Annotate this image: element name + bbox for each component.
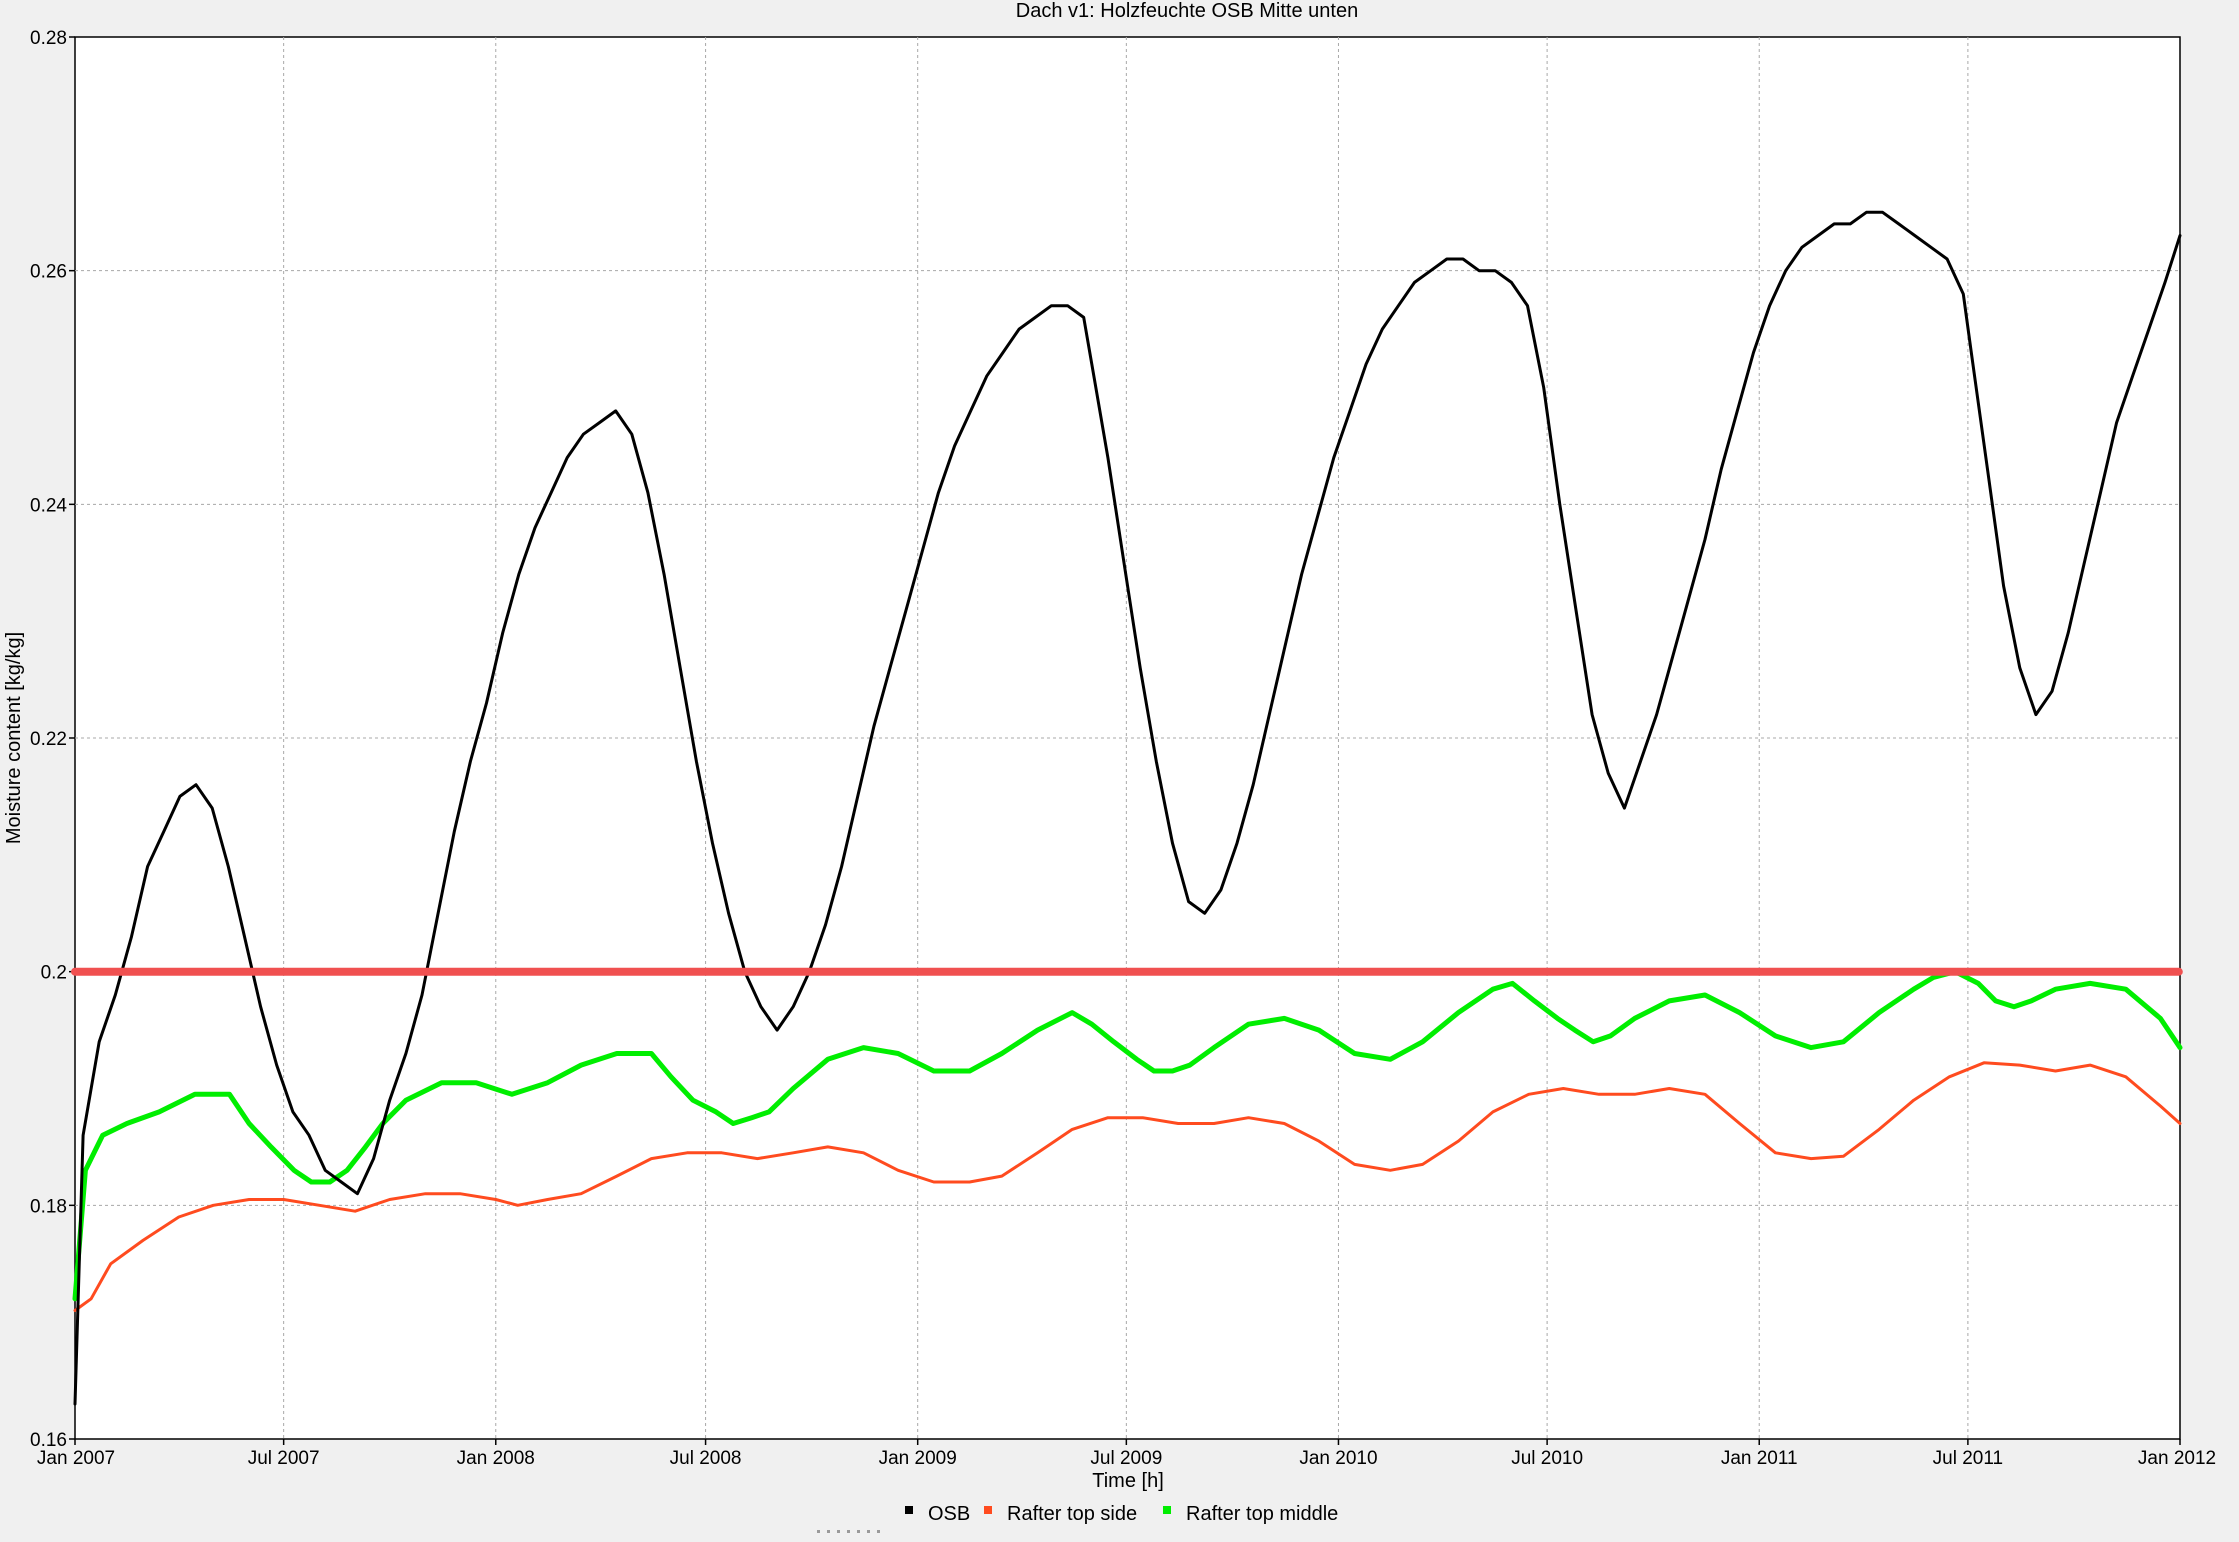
- legend-label: Rafter top middle: [1186, 1503, 1338, 1525]
- x-tick-label: Jul 2011: [1933, 1448, 2003, 1469]
- x-tick-label: Jul 2009: [1090, 1448, 1162, 1469]
- grip-dot: [837, 1530, 840, 1533]
- grip-dot: [857, 1530, 860, 1533]
- x-axis-title: Time [h]: [1092, 1470, 1164, 1492]
- y-tick-label: 0.28: [30, 28, 67, 49]
- x-tick-label: Jan 2009: [879, 1448, 957, 1469]
- legend-label: Rafter top side: [1007, 1503, 1137, 1525]
- x-tick-label: Jan 2010: [1299, 1448, 1377, 1469]
- chart-title: Dach v1: Holzfeuchte OSB Mitte unten: [1016, 0, 1358, 22]
- legend-label: OSB: [928, 1503, 970, 1525]
- x-tick-label: Jan 2008: [457, 1448, 535, 1469]
- y-tick-label: 0.2: [41, 963, 67, 984]
- y-tick-label: 0.18: [30, 1196, 67, 1217]
- grip-dot: [827, 1530, 830, 1533]
- grip-dot: [877, 1530, 880, 1533]
- moisture-chart: Dach v1: Holzfeuchte OSB Mitte unten 0.1…: [0, 0, 2239, 1538]
- legend-swatch: [1163, 1506, 1171, 1514]
- grip-dot: [847, 1530, 850, 1533]
- y-tick-label: 0.26: [30, 262, 67, 283]
- y-tick-label: 0.22: [30, 729, 67, 750]
- x-tick-label: Jan 2007: [37, 1448, 115, 1469]
- x-tick-label: Jul 2007: [248, 1448, 320, 1469]
- x-tick-label: Jan 2011: [1721, 1448, 1798, 1469]
- y-tick-label: 0.24: [30, 495, 67, 516]
- grip-dot: [867, 1530, 870, 1533]
- x-tick-label: Jul 2008: [670, 1448, 742, 1469]
- grip-dot: [817, 1530, 820, 1533]
- resize-grip[interactable]: [815, 1524, 885, 1534]
- legend: OSB Rafter top side Rafter top middle: [905, 1503, 1338, 1525]
- x-tick-label: Jan 2012: [2138, 1448, 2216, 1469]
- y-axis-title: Moisture content [kg/kg]: [3, 632, 25, 844]
- legend-swatch: [984, 1506, 992, 1514]
- grip-dots-icon: [817, 1530, 880, 1533]
- legend-swatch: [905, 1506, 913, 1514]
- x-tick-label: Jul 2010: [1511, 1448, 1583, 1469]
